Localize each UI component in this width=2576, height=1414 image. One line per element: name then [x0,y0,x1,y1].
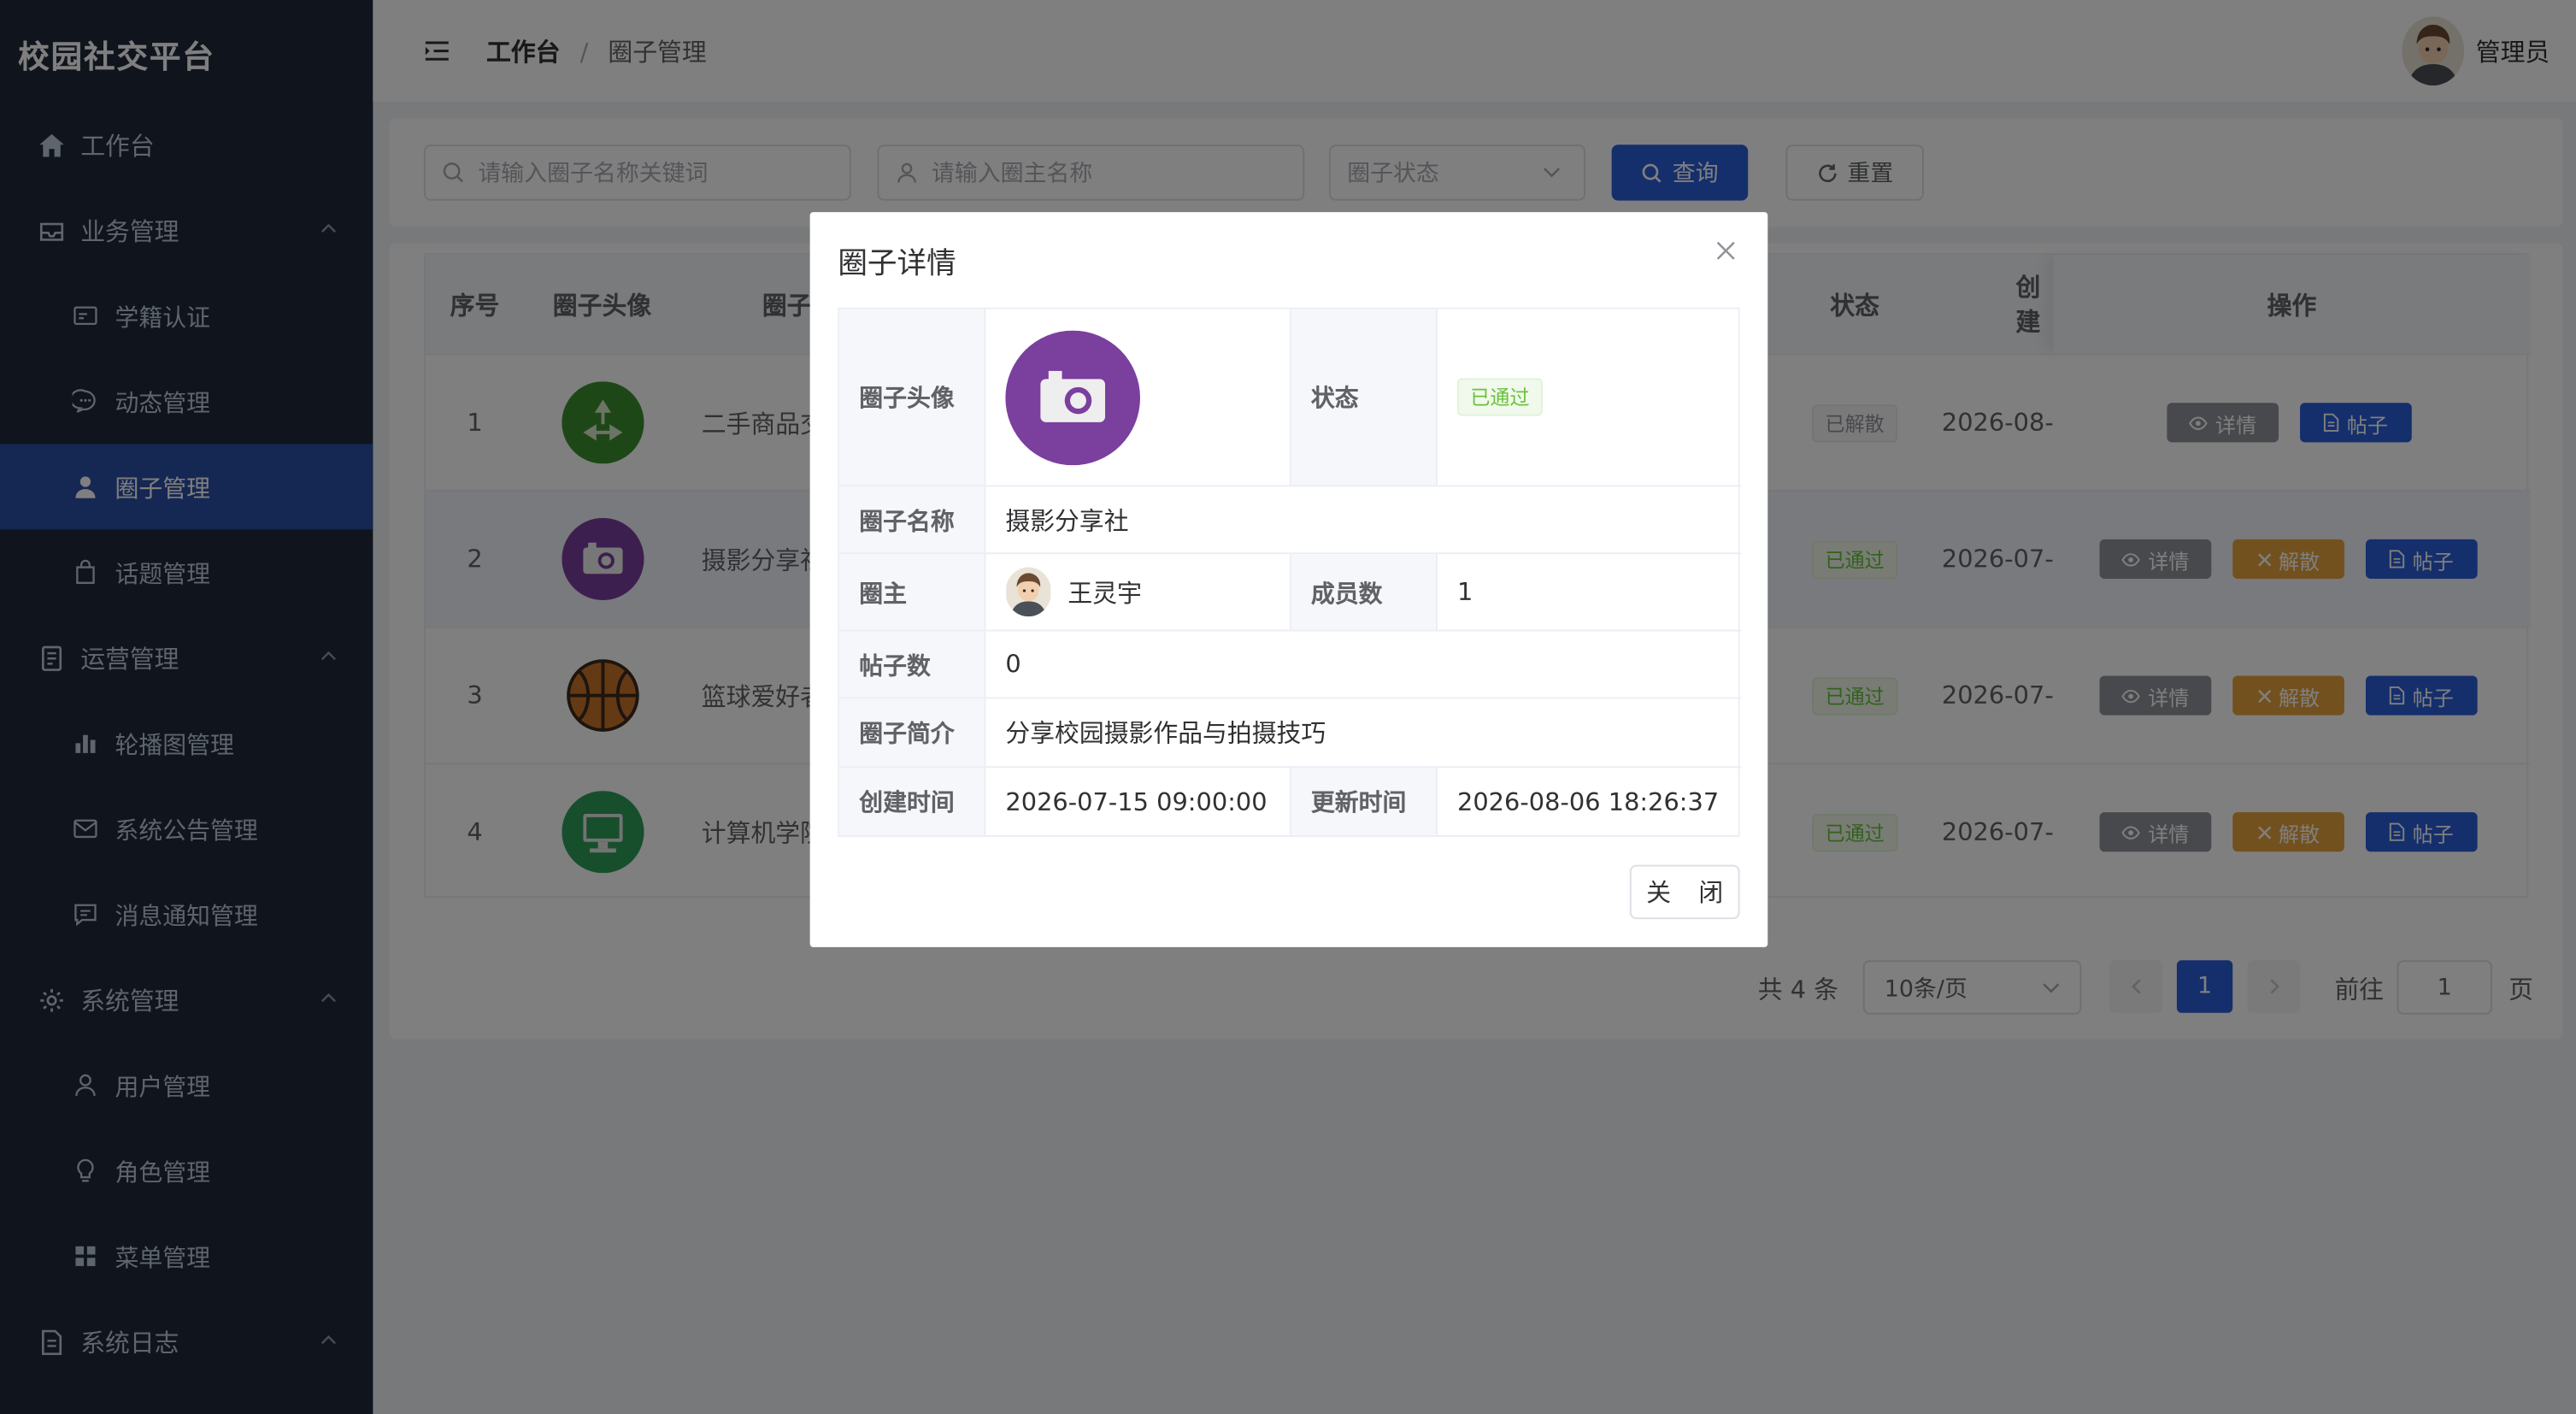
owner-name: 王灵宇 [1067,578,1142,608]
status-badge: 已通过 [1456,378,1543,416]
intro-label: 圈子简介 [839,698,986,769]
intro-value: 分享校园摄影作品与拍摄技巧 [985,698,1742,769]
created-value: 2026-07-15 09:00:00 [985,768,1291,836]
name-value: 摄影分享社 [985,486,1742,555]
updated-value: 2026-08-06 18:26:37 [1456,787,1720,816]
owner-label: 圈主 [839,554,986,632]
avatar [1005,567,1051,617]
camera-icon [1005,329,1141,465]
status-label: 状态 [1291,309,1438,487]
members-value: 1 [1437,554,1742,632]
created-label: 创建时间 [839,768,986,836]
close-icon[interactable] [1715,240,1737,262]
circle-detail-dialog: 圈子详情 圈子头像 状态 已通过 圈子名称 摄影分享社 圈主 王灵宇 成员数 1… [809,212,1768,947]
members-label: 成员数 [1291,554,1438,632]
posts-count-label: 帖子数 [839,631,986,699]
dialog-title: 圈子详情 [838,246,956,281]
circle-avatar-cell [985,309,1291,487]
name-label: 圈子名称 [839,486,986,555]
updated-label: 更新时间 [1291,768,1438,836]
detail-descriptions: 圈子头像 状态 已通过 圈子名称 摄影分享社 圈主 王灵宇 成员数 1 帖子数 … [838,307,1742,837]
status-cell: 已通过 [1437,309,1742,487]
close-button[interactable]: 关 闭 [1629,864,1740,920]
avatar-label: 圈子头像 [839,309,986,487]
posts-count-value: 0 [985,632,1742,699]
owner-cell: 王灵宇 [985,554,1291,632]
